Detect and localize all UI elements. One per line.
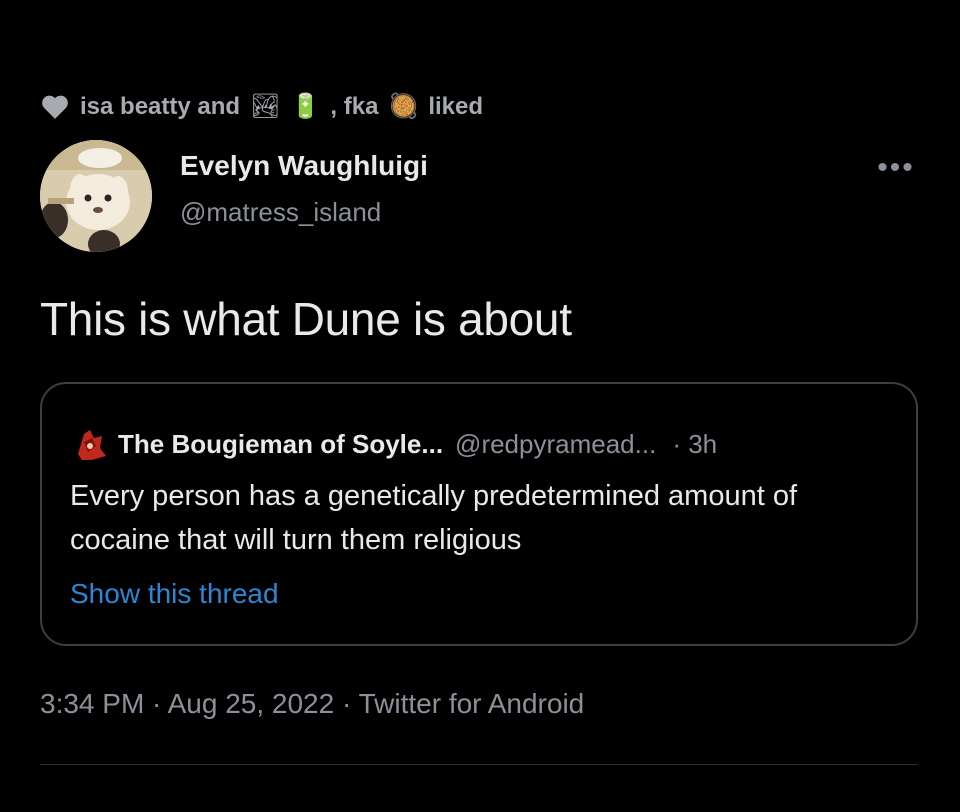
avatar[interactable] — [40, 140, 152, 252]
liked-label: liked — [428, 92, 484, 120]
divider — [40, 764, 918, 765]
liked-by-separator: , fka — [330, 92, 379, 120]
quoted-tweet-header: The Bougieman of Soyle... @redpyramead..… — [70, 424, 717, 464]
more-horizontal-icon: ••• — [877, 151, 915, 184]
liked-by-emoji: 🏞 — [250, 93, 281, 120]
author-handle[interactable]: @matress_island — [180, 197, 381, 228]
heart-icon — [42, 95, 68, 119]
tweet-text: This is what Dune is about — [40, 293, 572, 345]
show-thread-link[interactable]: Show this thread — [70, 578, 279, 610]
liked-by-emoji: 🔋 — [290, 93, 321, 120]
more-options-button[interactable]: ••• — [872, 151, 920, 184]
liked-by-text[interactable]: isa beatty and — [80, 93, 240, 121]
tweet-timestamp[interactable]: 3:34 PM · Aug 25, 2022 · Twitter for And… — [40, 688, 584, 720]
quoted-tweet-time: · 3h — [672, 428, 718, 459]
quoted-tweet-card[interactable]: The Bougieman of Soyle... @redpyramead..… — [40, 382, 918, 646]
author-name[interactable]: Evelyn Waughluigi — [180, 150, 428, 182]
quoted-author-name[interactable]: The Bougieman of Soyle... — [118, 429, 443, 460]
avatar-image — [40, 140, 152, 252]
quoted-author-handle[interactable]: @redpyramead... — [455, 429, 656, 460]
liked-by-emoji: 🥘 — [388, 93, 419, 120]
quoted-author-avatar[interactable] — [70, 424, 110, 464]
social-context: isa beatty and 🏞 🔋 , fka 🥘 liked — [40, 92, 483, 121]
quoted-tweet-text: Every person has a genetically predeterm… — [70, 480, 798, 556]
